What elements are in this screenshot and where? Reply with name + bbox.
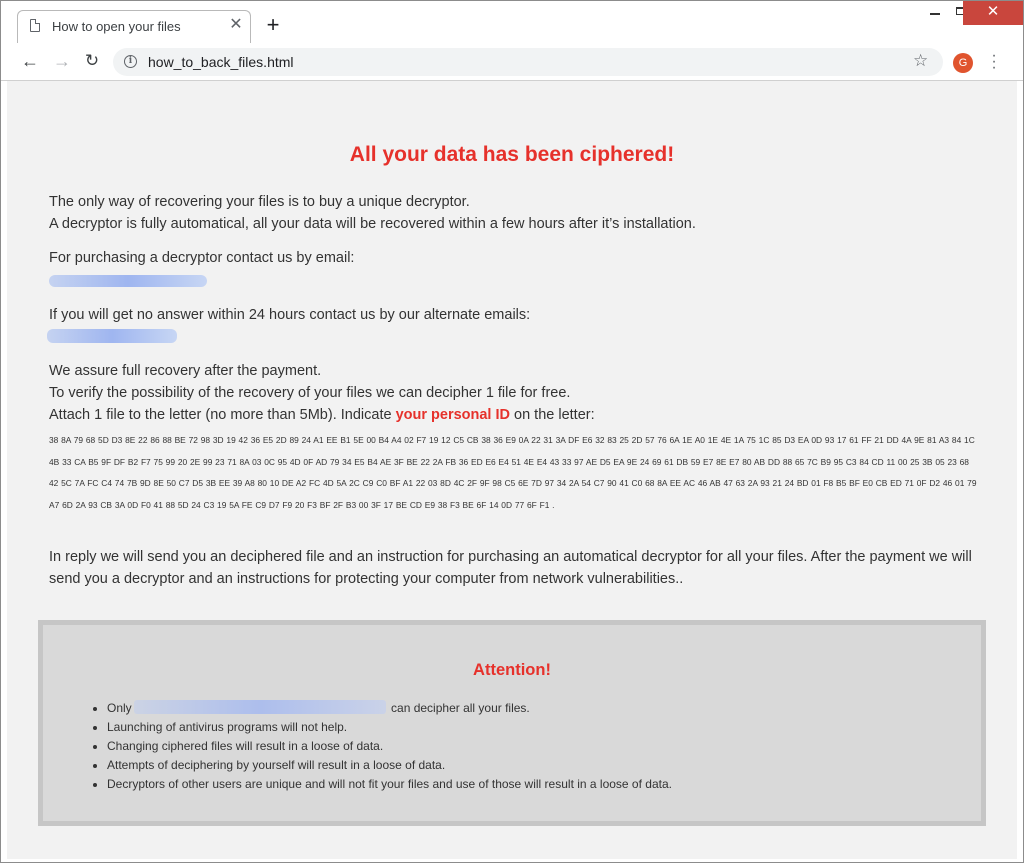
page-viewport: All your data has been ciphered! The onl… [7,81,1017,859]
list-item: Changing ciphered files will result in a… [107,737,672,756]
window-close-button[interactable]: ✕ [963,1,1023,25]
intro-line-2: A decryptor is fully automatical, all yo… [49,216,696,232]
minimize-icon [930,13,940,15]
tab-title: How to open your files [52,19,181,34]
page-headline: All your data has been ciphered! [349,143,675,166]
list-item: Launching of antivirus programs will not… [107,718,672,737]
info-icon[interactable]: i [124,55,137,68]
close-tab-icon[interactable]: ✕ [228,16,244,34]
tab-strip: How to open your files ✕ + ✕ [1,1,1023,43]
list-item: Only can decipher all your files. [107,699,672,718]
attention-list: Only can decipher all your files. Launch… [91,699,672,794]
redacted-email [49,275,207,287]
list-item: Decryptors of other users are unique and… [107,775,672,794]
reload-icon[interactable]: ↻ [81,50,103,72]
kebab-menu-icon[interactable]: · · · [991,48,997,76]
reply-text: In reply we will send you an deciphered … [49,549,972,587]
profile-avatar[interactable]: G [953,53,973,73]
only-prefix: Only [107,701,132,715]
assure-line-3-suffix: on the letter: [510,407,595,423]
alternate-contact-text: If you will get no answer within 24 hour… [49,307,531,323]
document-icon [30,19,40,32]
attention-title: Attention! [473,661,551,679]
purchase-contact-text: For purchasing a decryptor contact us by… [49,250,355,266]
new-tab-button[interactable]: + [263,14,283,36]
url-text[interactable]: how_to_back_files.html [148,54,294,70]
personal-id-highlight: your personal ID [395,407,510,423]
star-icon[interactable]: ☆ [913,51,928,71]
assure-line-1: We assure full recovery after the paymen… [49,363,322,379]
assure-line-3-prefix: Attach 1 file to the letter (no more tha… [49,407,396,423]
redacted-alternate-email [47,329,177,343]
back-arrow-icon[interactable]: ← [19,50,41,72]
address-bar[interactable]: i how_to_back_files.html ☆ [113,48,943,76]
browser-toolbar: ← → ↻ i how_to_back_files.html ☆ G · · · [1,43,1023,81]
tab-how-to-open-files[interactable]: How to open your files ✕ [17,10,251,43]
intro-line-1: The only way of recovering your files is… [49,194,470,210]
list-item: Attempts of deciphering by yourself will… [107,756,672,775]
only-suffix: can decipher all your files. [387,701,530,715]
attention-box: Attention! Only can decipher all your fi… [38,620,986,826]
personal-id-block: 38 8A 79 68 5D D3 8E 22 86 88 BE 72 98 3… [49,435,977,510]
forward-arrow-icon[interactable]: → [51,50,73,72]
redacted-text [133,700,386,714]
assure-line-3: Attach 1 file to the letter (no more tha… [49,404,595,426]
assure-line-2: To verify the possibility of the recover… [49,385,571,401]
browser-window: How to open your files ✕ + ✕ ← → ↻ i how… [0,0,1024,863]
